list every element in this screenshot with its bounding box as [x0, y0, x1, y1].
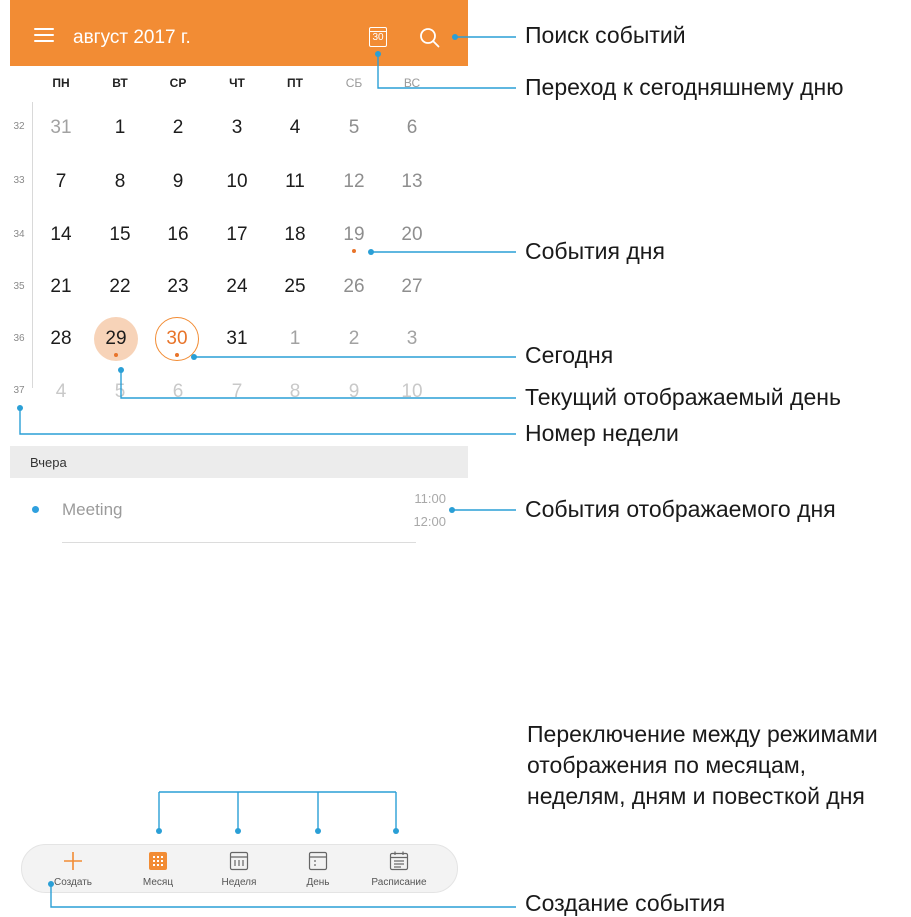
- search-icon[interactable]: [419, 27, 440, 48]
- day-cell[interactable]: 16: [158, 224, 198, 246]
- annotation-view-switch: Переключение между режимами отображения …: [527, 721, 878, 809]
- day-cell[interactable]: 2: [334, 328, 374, 350]
- annotation-goto-today: Переход к сегодняшнему дню: [525, 74, 844, 100]
- create-event-button[interactable]: Создать: [34, 845, 112, 894]
- day-cell[interactable]: 24: [217, 276, 257, 298]
- weekday-tue: ВТ: [112, 76, 128, 90]
- day-cell[interactable]: 9: [158, 171, 198, 193]
- day-cell[interactable]: 7: [41, 171, 81, 193]
- day-cell[interactable]: 21: [41, 276, 81, 298]
- day-cell[interactable]: 25: [275, 276, 315, 298]
- agenda-section-label: Вчера: [30, 455, 67, 470]
- week-number: 33: [13, 175, 25, 186]
- week-number: 32: [13, 121, 25, 132]
- day-cell[interactable]: 17: [217, 224, 257, 246]
- day-cell[interactable]: 1: [100, 117, 140, 139]
- day-cell[interactable]: 7: [217, 381, 257, 403]
- plus-icon: [64, 852, 82, 870]
- day-cell[interactable]: 4: [275, 117, 315, 139]
- day-cell[interactable]: 15: [100, 224, 140, 246]
- weekday-wed: СР: [169, 76, 187, 90]
- day-cell[interactable]: 8: [100, 171, 140, 193]
- week-view-tab[interactable]: Неделя: [200, 845, 278, 894]
- today-cell[interactable]: 30: [157, 328, 197, 350]
- month-view-tab[interactable]: Месяц: [119, 845, 197, 894]
- weekday-mon: ПН: [52, 76, 70, 90]
- menu-icon[interactable]: [34, 28, 54, 42]
- today-icon-label: 30: [372, 32, 384, 43]
- week-number-divider: [32, 102, 33, 388]
- event-color-dot: [32, 506, 39, 513]
- app-bar: август 2017 г. 30: [10, 0, 468, 66]
- week-number: 37: [13, 385, 25, 396]
- day-cell[interactable]: 5: [100, 381, 140, 403]
- day-cell[interactable]: 11: [275, 171, 315, 193]
- calendar-screen: август 2017 г. 30 ПН ВТ СР ЧТ ПТ СБ ВС 3…: [10, 0, 468, 907]
- annotation-create-event: Создание события: [525, 890, 726, 916]
- day-cell[interactable]: 8: [275, 381, 315, 403]
- day-cell[interactable]: 5: [334, 117, 374, 139]
- day-cell[interactable]: 1: [275, 328, 315, 350]
- day-cell[interactable]: 2: [158, 117, 198, 139]
- day-cell[interactable]: 26: [334, 276, 374, 298]
- day-cell[interactable]: 3: [392, 328, 432, 350]
- agenda-view-icon: [389, 851, 409, 871]
- day-cell[interactable]: 18: [275, 224, 315, 246]
- weekday-sun: ВС: [403, 76, 421, 90]
- agenda-view-tab[interactable]: Расписание: [360, 845, 438, 894]
- day-cell[interactable]: 14: [41, 224, 81, 246]
- nav-label: Месяц: [142, 877, 174, 888]
- weekday-thu: ЧТ: [229, 76, 245, 90]
- day-cell[interactable]: 22: [100, 276, 140, 298]
- weekday-fri: ПТ: [287, 76, 303, 90]
- event-end-time: 12:00: [413, 514, 446, 529]
- day-cell[interactable]: 9: [334, 381, 374, 403]
- annotation-today: Сегодня: [525, 342, 614, 368]
- divider: [62, 542, 416, 543]
- month-title[interactable]: август 2017 г.: [73, 28, 191, 48]
- nav-label: Расписание: [371, 877, 427, 888]
- day-cell[interactable]: 23: [158, 276, 198, 298]
- nav-label: День: [306, 877, 330, 888]
- day-cell[interactable]: 19: [334, 224, 374, 246]
- week-view-icon: [229, 851, 249, 871]
- selected-day-cell[interactable]: 29: [96, 328, 136, 350]
- day-cell[interactable]: 4: [41, 381, 81, 403]
- event-start-time: 11:00: [414, 491, 446, 506]
- annotation-week-number: Номер недели: [525, 420, 679, 446]
- weekday-sat: СБ: [345, 76, 363, 90]
- day-cell[interactable]: 27: [392, 276, 432, 298]
- nav-label: Неделя: [221, 877, 257, 888]
- month-view-icon: [149, 852, 167, 870]
- agenda-section-header: Вчера: [10, 446, 468, 478]
- event-indicator-dot: [352, 249, 356, 253]
- week-number: 34: [13, 229, 25, 240]
- day-cell[interactable]: 31: [217, 328, 257, 350]
- annotation-current-day: Текущий отображаемый день: [525, 384, 841, 410]
- annotation-search: Поиск событий: [525, 22, 686, 48]
- annotation-displayed-day-events: События отображаемого дня: [525, 496, 836, 522]
- day-view-tab[interactable]: День: [279, 845, 357, 894]
- event-indicator-dot: [175, 353, 179, 357]
- day-cell[interactable]: 10: [392, 381, 432, 403]
- day-cell[interactable]: 13: [392, 171, 432, 193]
- day-view-icon: [308, 851, 328, 871]
- day-cell[interactable]: 10: [217, 171, 257, 193]
- week-number: 36: [13, 333, 25, 344]
- week-number: 35: [13, 281, 25, 292]
- day-cell[interactable]: 3: [217, 117, 257, 139]
- day-cell[interactable]: 12: [334, 171, 374, 193]
- go-to-today-icon[interactable]: 30: [369, 27, 387, 47]
- day-cell[interactable]: 20: [392, 224, 432, 246]
- bottom-navigation: Создать Месяц Неделя День Расписание: [21, 844, 458, 893]
- event-indicator-dot: [114, 353, 118, 357]
- event-title: Meeting: [62, 500, 123, 519]
- day-cell[interactable]: 6: [158, 381, 198, 403]
- annotation-day-events: События дня: [525, 238, 665, 264]
- day-cell[interactable]: 28: [41, 328, 81, 350]
- nav-label: Создать: [53, 877, 92, 888]
- day-cell[interactable]: 6: [392, 117, 432, 139]
- day-cell[interactable]: 31: [41, 117, 81, 139]
